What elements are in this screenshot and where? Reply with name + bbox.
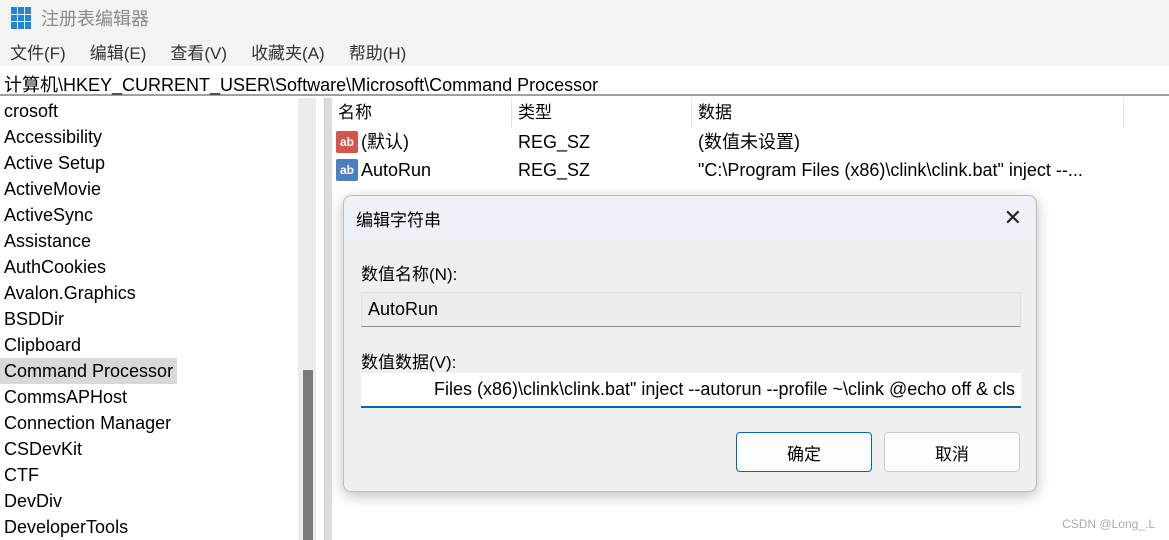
pane-splitter[interactable] xyxy=(324,98,332,540)
column-data[interactable]: 数据 xyxy=(692,98,1124,128)
tree-item[interactable]: Avalon.Graphics xyxy=(0,280,298,306)
value-data: (数值未设置) xyxy=(698,132,800,152)
column-type[interactable]: 类型 xyxy=(512,98,692,128)
value-type: REG_SZ xyxy=(518,132,591,152)
value-data: "C:\Program Files (x86)\clink\clink.bat"… xyxy=(698,160,1083,180)
menu-help[interactable]: 帮助(H) xyxy=(349,39,407,64)
window-title: 注册表编辑器 xyxy=(41,9,149,29)
tree-item[interactable]: ActiveMovie xyxy=(0,176,298,202)
string-value-icon: ab xyxy=(336,131,358,153)
string-value-icon: ab xyxy=(336,159,358,181)
value-row[interactable]: ab (默认) REG_SZ (数值未设置) xyxy=(332,128,1169,156)
tree-item[interactable]: CSDevKit xyxy=(0,436,298,462)
menu-view[interactable]: 查看(V) xyxy=(170,39,227,64)
menu-file[interactable]: 文件(F) xyxy=(10,39,66,64)
tree-item[interactable]: Active Setup xyxy=(0,150,298,176)
value-data-input[interactable]: Files (x86)\clink\clink.bat" inject --au… xyxy=(361,373,1021,408)
tree-item[interactable]: Accessibility xyxy=(0,124,298,150)
list-header: 名称 类型 数据 xyxy=(332,98,1169,128)
menu-edit[interactable]: 编辑(E) xyxy=(90,39,147,64)
value-name-label: 数值名称(N): xyxy=(361,265,458,284)
menu-bar: 文件(F) 编辑(E) 查看(V) 收藏夹(A) 帮助(H) xyxy=(0,36,1169,66)
tree-item[interactable]: AuthCookies xyxy=(0,254,298,280)
tree-item[interactable]: crosoft xyxy=(0,98,298,124)
scrollbar-thumb[interactable] xyxy=(303,370,313,540)
watermark: CSDN @Long_.L xyxy=(1062,517,1155,531)
registry-icon xyxy=(11,7,33,29)
column-name[interactable]: 名称 xyxy=(332,98,512,128)
menu-favorites[interactable]: 收藏夹(A) xyxy=(251,39,325,64)
ok-button[interactable]: 确定 xyxy=(736,432,872,472)
tree-item[interactable]: Connection Manager xyxy=(0,410,298,436)
tree-item[interactable]: Clipboard xyxy=(0,332,298,358)
address-bar[interactable]: 计算机\HKEY_CURRENT_USER\Software\Microsoft… xyxy=(0,67,1169,96)
tree-item[interactable]: CommsAPHost xyxy=(0,384,298,410)
tree-item[interactable]: DevDiv xyxy=(0,488,298,514)
tree-item[interactable]: Command Processor xyxy=(0,358,178,384)
tree-item[interactable]: ActiveSync xyxy=(0,202,298,228)
value-name: AutoRun xyxy=(361,160,432,180)
value-row[interactable]: ab AutoRun REG_SZ "C:\Program Files (x86)\c… xyxy=(332,156,1169,184)
value-name: (默认) xyxy=(361,132,409,152)
tree-scrollbar[interactable] xyxy=(298,98,316,540)
title-bar: 注册表编辑器 xyxy=(0,0,1169,36)
tree-item[interactable]: DeveloperTools xyxy=(0,514,298,540)
value-name-field[interactable]: AutoRun xyxy=(361,292,1021,327)
value-type: REG_SZ xyxy=(518,160,591,180)
value-data-label: 数值数据(V): xyxy=(361,353,457,372)
close-icon[interactable]: ✕ xyxy=(1004,205,1022,231)
tree-item[interactable]: Assistance xyxy=(0,228,298,254)
key-tree: crosoft Accessibility Active Setup ActiveMo… xyxy=(0,98,298,540)
cancel-button[interactable]: 取消 xyxy=(884,432,1020,472)
dialog-title-bar: 编辑字符串 ✕ xyxy=(344,196,1036,240)
tree-item[interactable]: CTF xyxy=(0,462,298,488)
edit-string-dialog: 编辑字符串 ✕ 数值名称(N): AutoRun 数值数据(V): Files … xyxy=(343,195,1037,492)
dialog-title: 编辑字符串 xyxy=(356,210,441,230)
tree-item[interactable]: BSDDir xyxy=(0,306,298,332)
